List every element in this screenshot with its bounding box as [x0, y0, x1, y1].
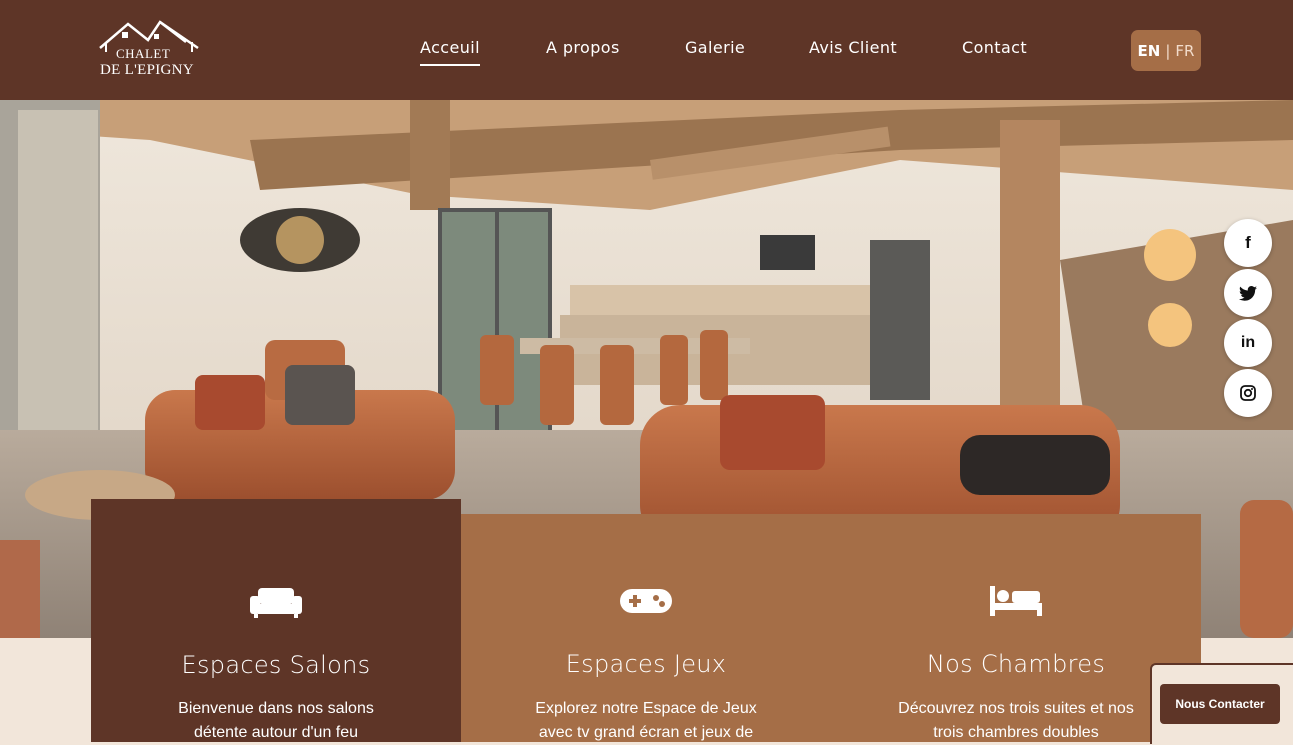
- language-switcher: EN | FR: [1131, 30, 1201, 71]
- bed-icon: [990, 586, 1042, 616]
- feature-card-group: Espaces Jeux Explorez notre Espace de Je…: [461, 514, 1201, 742]
- nav-item-contact[interactable]: Contact: [962, 38, 1027, 57]
- nav-item-a-propos[interactable]: A propos: [546, 38, 620, 57]
- linkedin-icon: in: [1240, 334, 1256, 351]
- instagram-link[interactable]: [1224, 369, 1272, 417]
- contact-button[interactable]: Nous Contacter: [1160, 684, 1280, 724]
- lang-separator: |: [1165, 41, 1171, 60]
- nav-item-avis-client[interactable]: Avis Client: [809, 38, 897, 57]
- facebook-link[interactable]: f: [1224, 219, 1272, 267]
- feature-card-jeux: Espaces Jeux Explorez notre Espace de Je…: [461, 514, 831, 742]
- brand-line1: CHALET: [116, 46, 171, 61]
- twitter-link[interactable]: [1224, 269, 1272, 317]
- twitter-icon: [1239, 285, 1257, 301]
- feature-text: Explorez notre Espace de Jeux avec tv gr…: [535, 700, 757, 741]
- gamepad-icon: [620, 589, 672, 613]
- feature-text: Découvrez nos trois suites et nos trois …: [898, 700, 1134, 741]
- lang-fr[interactable]: FR: [1175, 42, 1194, 60]
- feature-title: Espaces Jeux: [565, 650, 727, 678]
- feature-text: Bienvenue dans nos salons détente autour…: [178, 700, 374, 741]
- sofa-icon: [250, 588, 302, 618]
- feature-title: Nos Chambres: [926, 650, 1106, 678]
- nav-item-galerie[interactable]: Galerie: [685, 38, 745, 57]
- feature-title: Espaces Salons: [181, 651, 371, 679]
- nav-item-acceuil[interactable]: Acceuil: [420, 38, 480, 66]
- facebook-icon: f: [1245, 233, 1251, 252]
- linkedin-link[interactable]: in: [1224, 319, 1272, 367]
- feature-card-salons: Espaces Salons Bienvenue dans nos salons…: [91, 499, 461, 742]
- site-header: CHALET DE L'EPIGNY Acceuil A propos Gale…: [0, 0, 1293, 100]
- brand-line2: DE L'EPIGNY: [100, 62, 194, 78]
- brand-logo[interactable]: CHALET DE L'EPIGNY: [98, 18, 208, 80]
- lang-en[interactable]: EN: [1138, 42, 1161, 60]
- feature-card-chambres: Nos Chambres Découvrez nos trois suites …: [831, 514, 1201, 742]
- instagram-icon: [1240, 385, 1256, 401]
